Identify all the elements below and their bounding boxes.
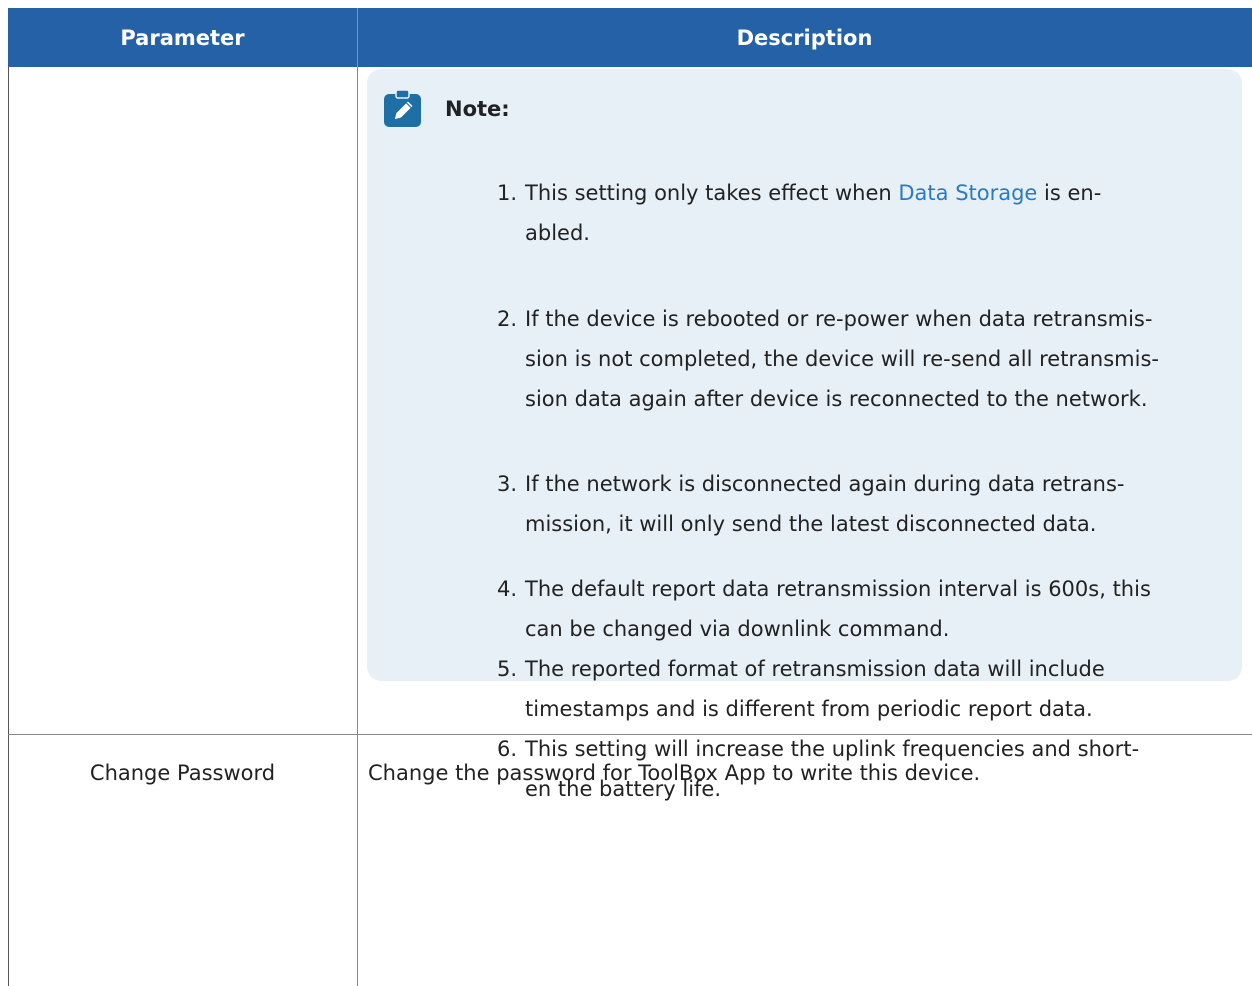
parameter-cell: Change Password <box>89 760 276 785</box>
list-item-number: 2. <box>497 307 518 331</box>
list-item-text: can be changed via downlink command. <box>525 617 950 641</box>
table-header-row: Parameter Description <box>8 8 1252 67</box>
list-item-text: mission, it will only send the latest di… <box>525 512 1097 536</box>
list-item-number: 4. <box>497 577 518 601</box>
parameter-table: Parameter Description Note: 1. This sett… <box>8 8 1252 986</box>
list-item-text: If the device is rebooted or re-power wh… <box>525 307 1153 331</box>
list-item-text: If the network is disconnected again dur… <box>525 472 1125 496</box>
list-item: 4. The default report data retransmissio… <box>497 569 1227 649</box>
list-item-text: abled. <box>525 221 590 245</box>
data-storage-link[interactable]: Data Storage <box>898 181 1037 205</box>
list-item-text: is en- <box>1037 181 1102 205</box>
edit-pencil-icon <box>384 89 421 127</box>
list-item-number: 1. <box>497 181 518 205</box>
list-item-text: This setting only takes effect when <box>525 181 899 205</box>
list-item: 1. This setting only takes effect when D… <box>497 173 1227 253</box>
note-title: Note: <box>445 97 510 121</box>
note-callout: Note: 1. This setting only takes effect … <box>367 69 1242 801</box>
list-item-text: timestamps and is different from periodi… <box>525 697 1093 721</box>
list-item-text: sion is not completed, the device will r… <box>525 347 1159 371</box>
list-item-text: sion data again after device is reconnec… <box>525 387 1148 411</box>
header-parameter: Parameter <box>120 25 245 50</box>
list-item-text: The default report data retransmission i… <box>525 577 1151 601</box>
list-item-number: 5. <box>497 657 518 681</box>
table-left-border <box>8 67 9 986</box>
list-item: 5. The reported format of retransmission… <box>497 649 1227 729</box>
description-cell: Change the password for ToolBox App to w… <box>368 760 981 785</box>
list-item: 2. If the device is rebooted or re-power… <box>497 299 1227 419</box>
list-item: 3. If the network is disconnected again … <box>497 464 1227 544</box>
list-item-number: 3. <box>497 472 518 496</box>
table-column-divider <box>357 67 358 986</box>
header-description: Description <box>736 25 873 50</box>
list-item-text: The reported format of retransmission da… <box>525 657 1105 681</box>
